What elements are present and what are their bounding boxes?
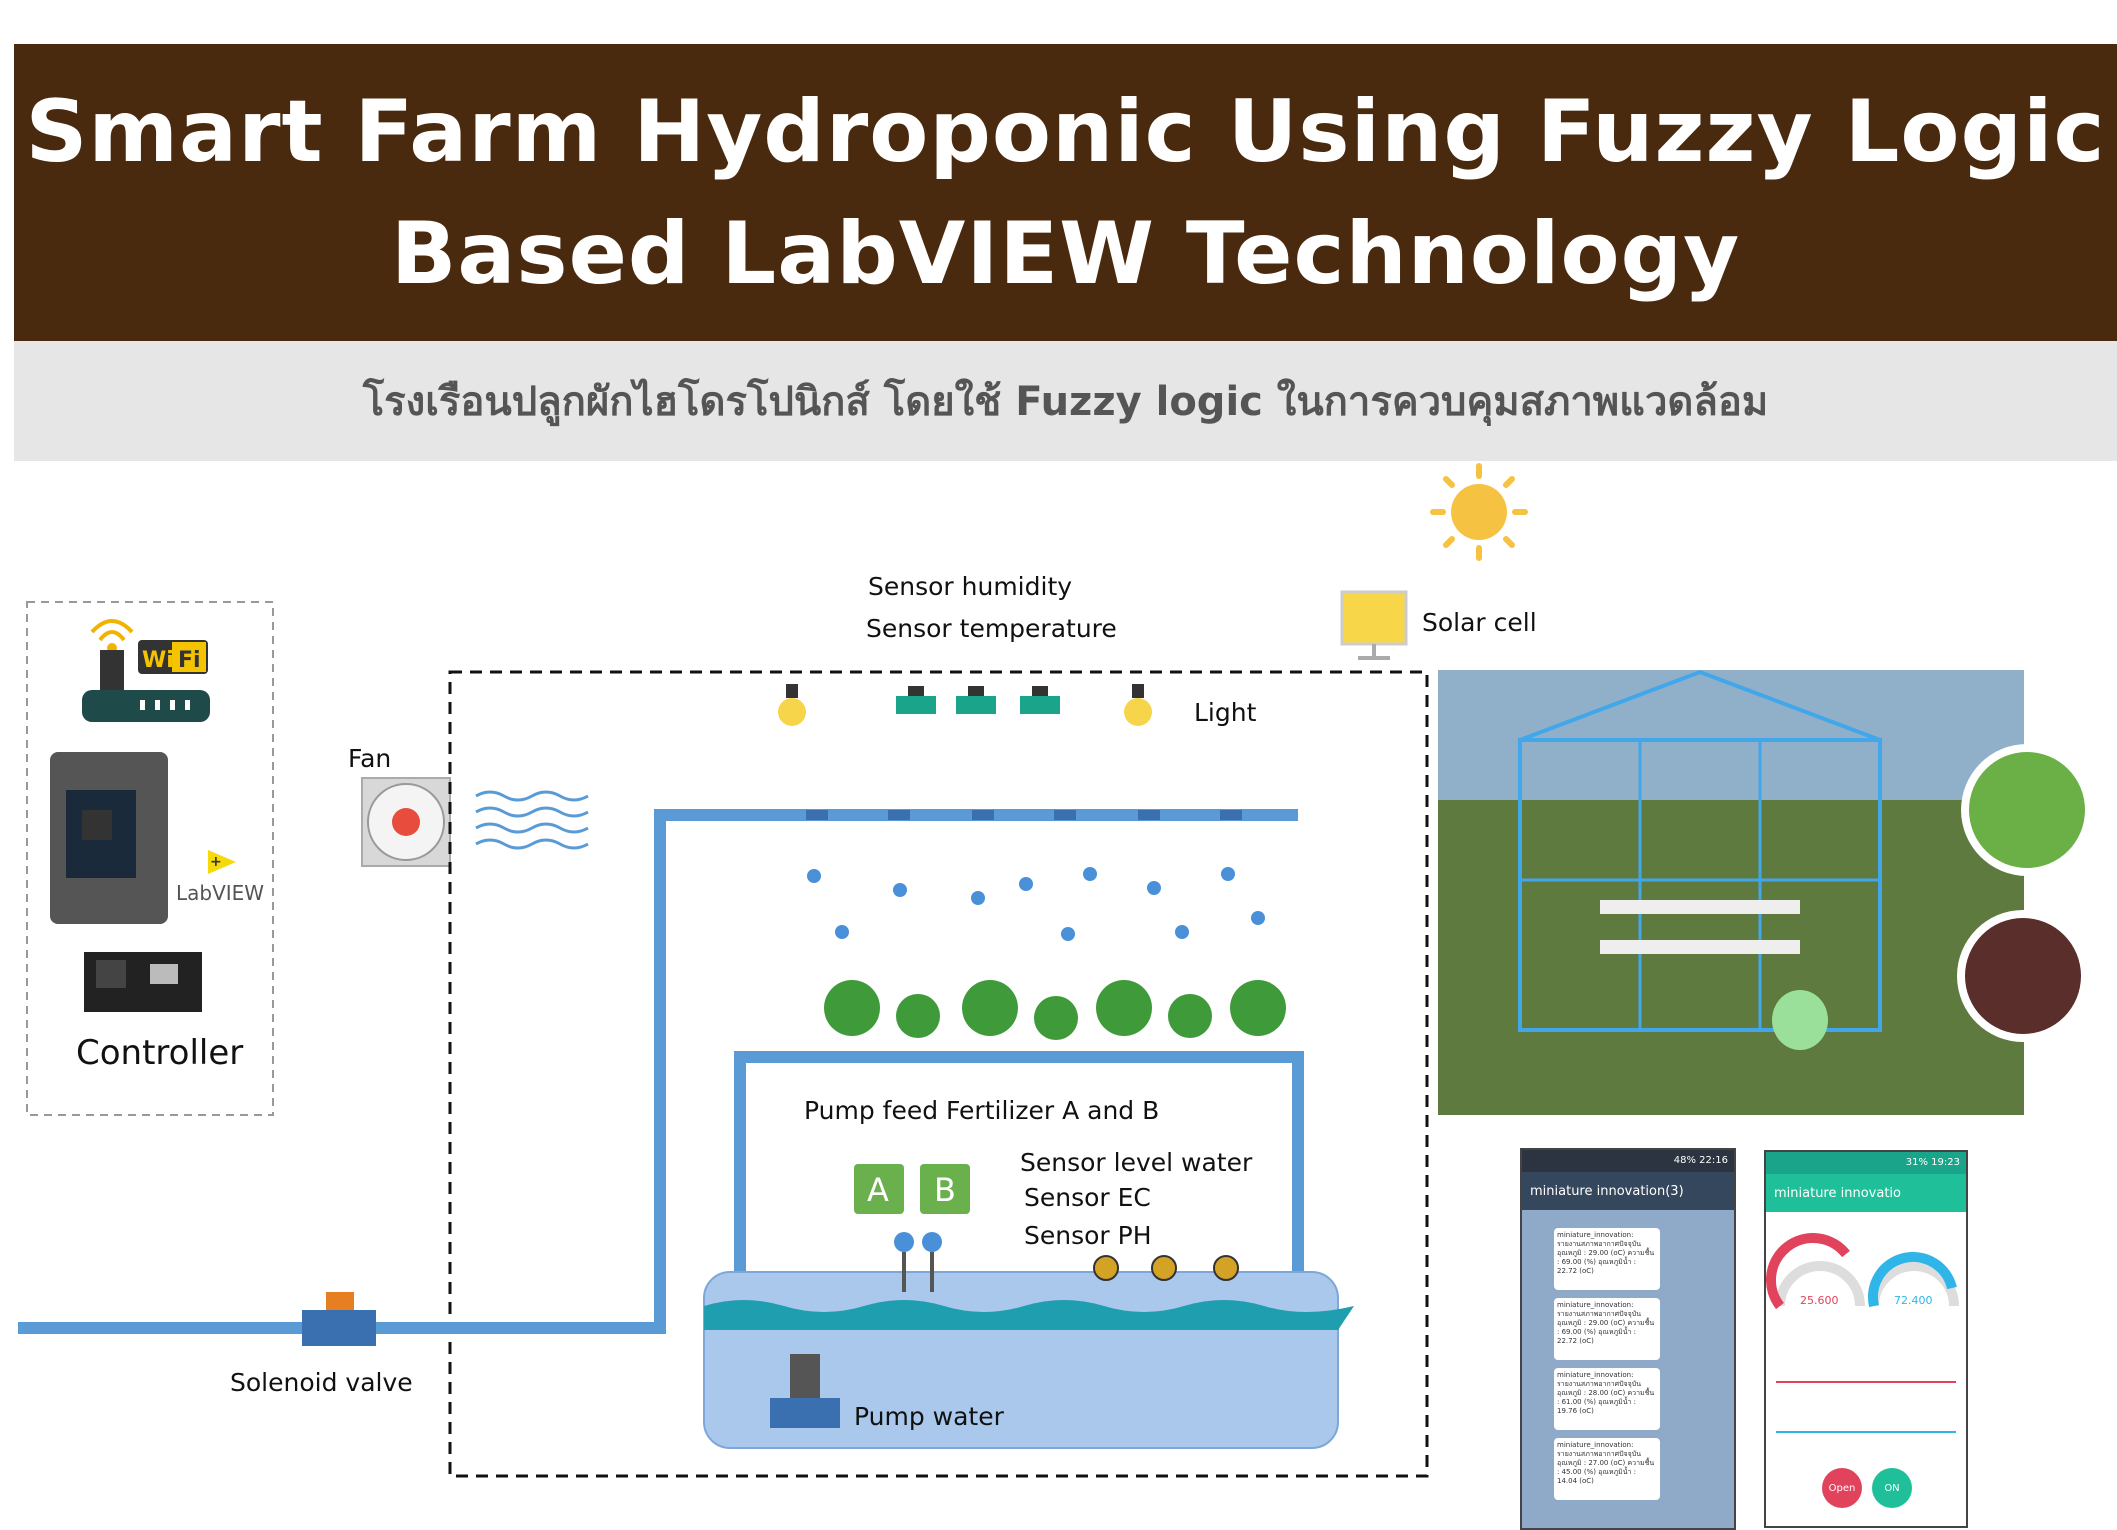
fan-label: Fan: [348, 744, 392, 773]
chat-message: miniature_innovation: รายงานสภาพอากาศปัจ…: [1554, 1298, 1660, 1360]
tank-a-label: A: [867, 1171, 889, 1209]
phone-line-notify: 48% 22:16 miniature innovation(3) miniat…: [1520, 1148, 1736, 1530]
phone-app-dashboard: 31% 19:23 miniature innovatio 25.600 72.…: [1764, 1150, 1968, 1528]
labview-logo-icon: +: [208, 850, 236, 874]
solenoid-valve-label: Solenoid valve: [230, 1368, 413, 1397]
sensor-level-label: Sensor level water: [1020, 1148, 1253, 1177]
greenhouse-photo: [1438, 669, 2024, 1115]
app-open-button[interactable]: Open: [1822, 1468, 1862, 1508]
gauge-temp-value: 25.600: [1800, 1294, 1839, 1307]
light-bulb-icon-right: [1124, 684, 1152, 726]
wifi-label-b: Fi: [178, 648, 201, 673]
fan-icon: [361, 777, 451, 867]
water-drops: [807, 867, 1265, 941]
app-status-bar: 31% 19:23: [1766, 1152, 1966, 1174]
wifi-label-a: Wi: [142, 648, 174, 673]
esp-board-icon: [84, 952, 202, 1012]
app-on-button[interactable]: ON: [1872, 1468, 1912, 1508]
phone-status-bar: 48% 22:16: [1522, 1150, 1734, 1172]
chat-message: miniature_innovation: รายงานสภาพอากาศปัจ…: [1554, 1368, 1660, 1430]
solar-cell-label: Solar cell: [1422, 608, 1537, 637]
labview-label: LabVIEW: [176, 881, 264, 905]
app-header: miniature innovatio: [1766, 1174, 1966, 1212]
tank-b-label: B: [934, 1171, 956, 1209]
light-bulb-icon-left: [778, 684, 806, 726]
sensor-humidity-label: Sensor humidity: [868, 572, 1073, 601]
pump-feed-label: Pump feed Fertilizer A and B: [804, 1096, 1160, 1125]
dht-sensor-icons: [896, 686, 1060, 714]
sensor-temperature-label: Sensor temperature: [866, 614, 1117, 643]
airflow-icon: [475, 790, 589, 850]
sensor-ph-label: Sensor PH: [1024, 1221, 1152, 1250]
sensor-ec-label: Sensor EC: [1024, 1183, 1151, 1212]
light-label: Light: [1194, 698, 1257, 727]
sun-icon: [1430, 463, 1528, 561]
svg-text:+: +: [210, 854, 222, 870]
controller-label: Controller: [76, 1033, 243, 1073]
solenoid-valve-icon: [302, 1292, 376, 1346]
ec-ph-sensor-icons: [1093, 1255, 1239, 1281]
solar-cell-icon: [1340, 590, 1408, 660]
app-charts: [1776, 1381, 1956, 1433]
gauge-hum-value: 72.400: [1894, 1294, 1933, 1307]
chat-header: miniature innovation(3): [1522, 1172, 1734, 1210]
plant-icons: [824, 980, 1286, 1040]
myrio-device-icon: [50, 752, 168, 924]
chat-message: miniature_innovation: รายงานสภาพอากาศปัจ…: [1554, 1438, 1660, 1500]
app-gauges: 25.600 72.400: [1766, 1233, 1959, 1310]
chat-message: miniature_innovation: รายงานสภาพอากาศปัจ…: [1554, 1228, 1660, 1290]
pump-water-label: Pump water: [854, 1402, 1004, 1431]
